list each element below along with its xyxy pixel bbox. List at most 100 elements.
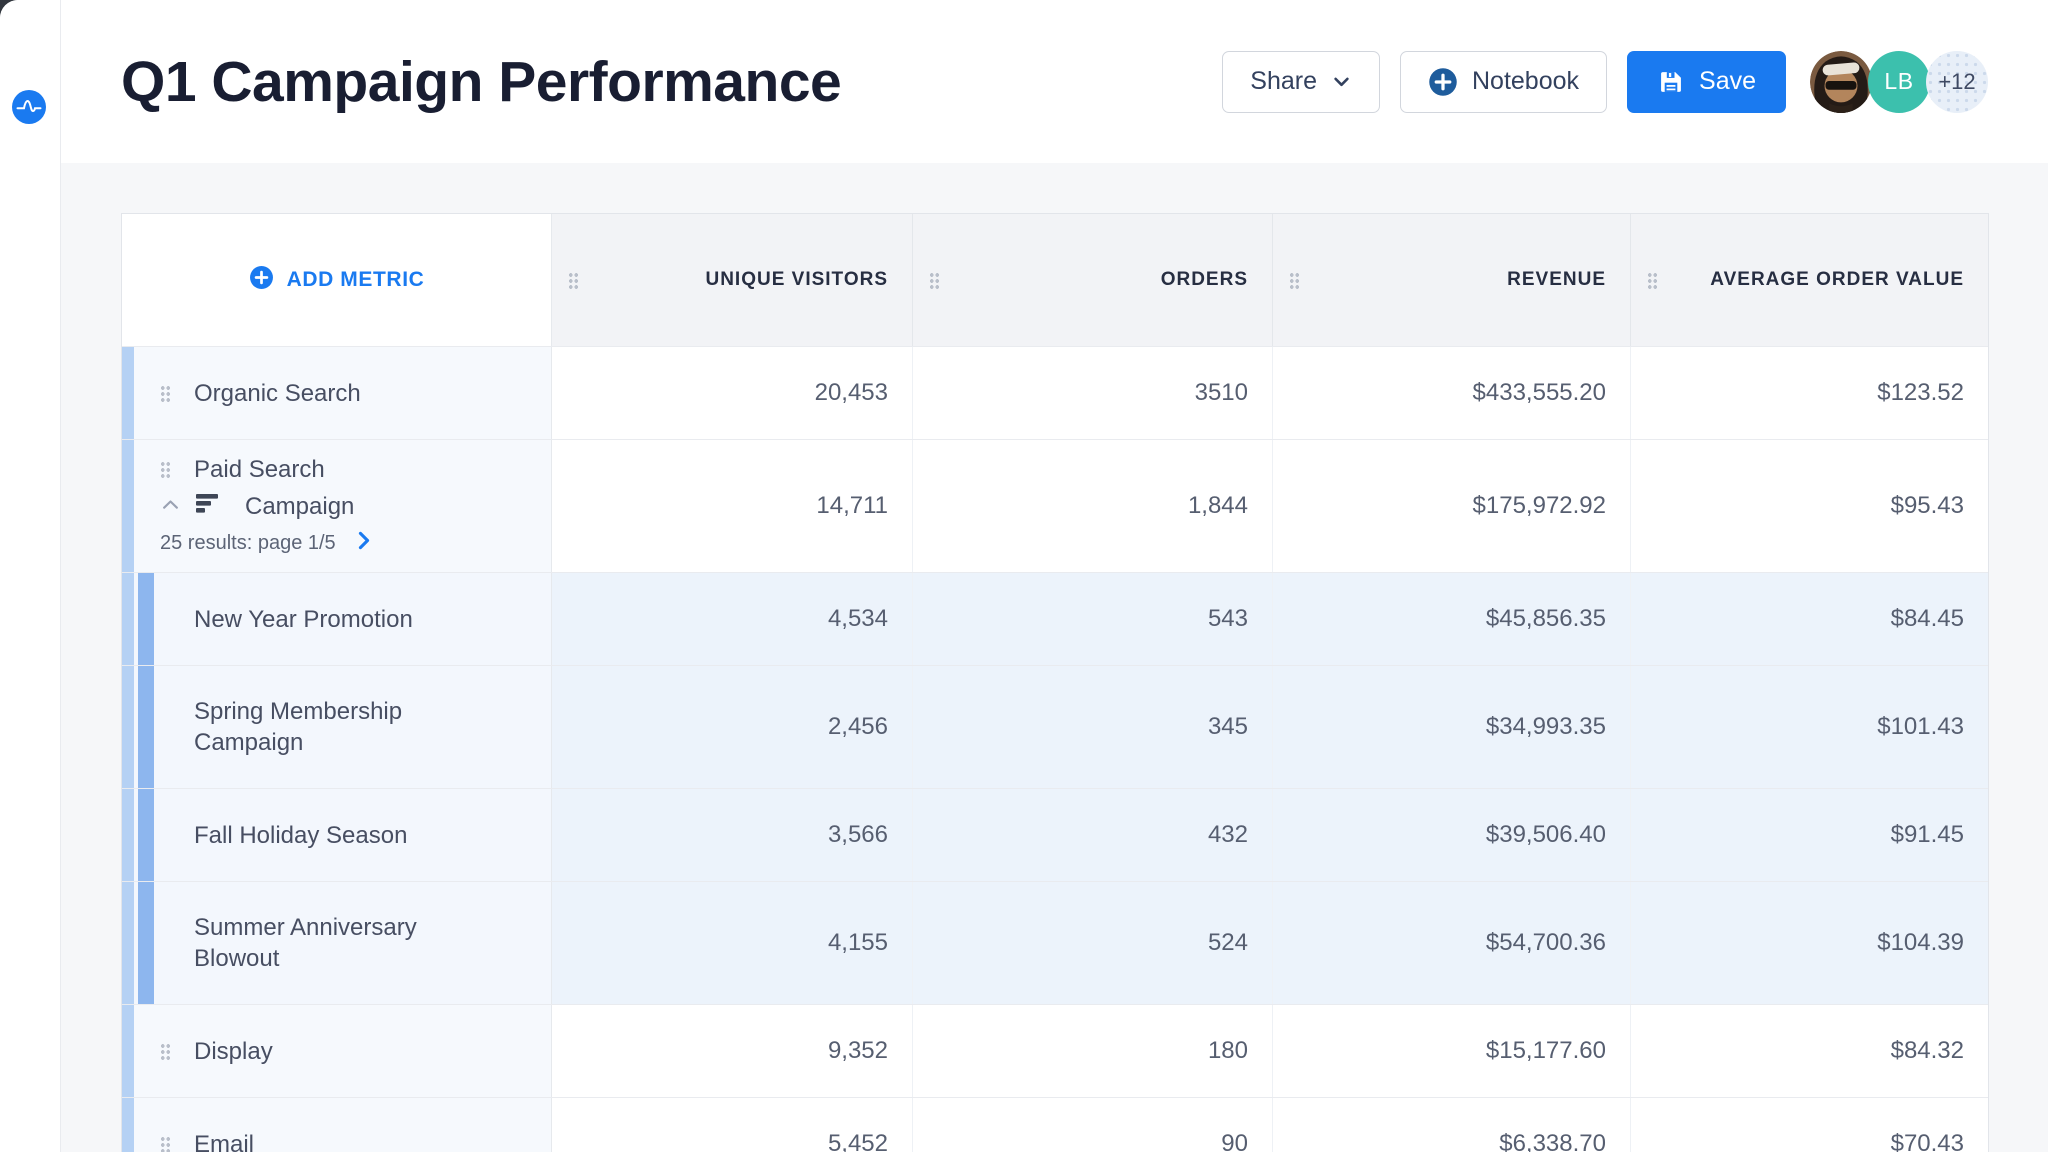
drag-handle-icon[interactable] [160, 461, 171, 478]
table-row-paid-search-campaign: Paid Search [122, 439, 1988, 572]
plus-circle-icon [1428, 67, 1458, 97]
left-nav-rail [0, 0, 61, 1152]
cell-value: 1,844 [912, 440, 1272, 572]
avatar-overflow-badge[interactable]: +12 [1926, 51, 1988, 113]
row-label: Spring Membership Campaign [194, 696, 466, 758]
cell-value: 90 [912, 1098, 1272, 1152]
indent-bar-inner [138, 666, 154, 788]
row-label: Display [194, 1036, 273, 1067]
cell-value: $39,506.40 [1272, 789, 1630, 881]
action-buttons: Share Notebook [1222, 51, 1988, 113]
drag-handle-icon[interactable] [1647, 272, 1658, 289]
cell-value: 345 [912, 666, 1272, 788]
cell-value: 432 [912, 789, 1272, 881]
cell-value: 5,452 [552, 1098, 912, 1152]
cell-value: 9,352 [552, 1005, 912, 1097]
indent-bar [122, 1098, 134, 1152]
add-metric-cell: ADD METRIC [122, 214, 552, 346]
notebook-button[interactable]: Notebook [1400, 51, 1607, 113]
table-row-new-year-promotion: New Year Promotion 4,534 543 $45,856.35 … [122, 572, 1988, 665]
column-header-average-order-value[interactable]: AVERAGE ORDER VALUE [1630, 214, 1988, 346]
page-title: Q1 Campaign Performance [121, 49, 1222, 115]
column-header-label: REVENUE [1300, 269, 1606, 291]
pagination-info: 25 results: page 1/5 [160, 532, 336, 555]
table-row-display: Display 9,352 180 $15,177.60 $84.32 [122, 1004, 1988, 1097]
column-header-orders[interactable]: ORDERS [912, 214, 1272, 346]
cell-value: $34,993.35 [1272, 666, 1630, 788]
cell-value: $70.43 [1630, 1098, 1988, 1152]
drag-handle-icon[interactable] [929, 272, 940, 289]
floppy-disk-icon [1657, 68, 1685, 96]
cell-value: $101.43 [1630, 666, 1988, 788]
cell-value: 180 [912, 1005, 1272, 1097]
drag-handle-icon[interactable] [160, 385, 171, 402]
row-label-cell[interactable]: Organic Search [122, 347, 552, 439]
bar-chart-icon [196, 493, 222, 519]
row-label: New Year Promotion [194, 604, 413, 635]
next-page-icon[interactable] [358, 531, 370, 555]
add-metric-button[interactable]: ADD METRIC [249, 265, 425, 296]
drag-handle-icon[interactable] [160, 1136, 171, 1152]
cell-value: 4,155 [552, 882, 912, 1004]
top-bar: Q1 Campaign Performance Share N [61, 0, 2048, 163]
save-button[interactable]: Save [1627, 51, 1786, 113]
share-button-label: Share [1250, 67, 1317, 96]
row-label-cell[interactable]: Fall Holiday Season [122, 789, 552, 881]
row-sublabel: Campaign [245, 491, 354, 522]
row-label: Paid Search [194, 454, 325, 485]
cell-value: $84.32 [1630, 1005, 1988, 1097]
share-button[interactable]: Share [1222, 51, 1380, 113]
column-header-label: ORDERS [940, 269, 1248, 291]
table-row-email: Email 5,452 90 $6,338.70 $70.43 [122, 1097, 1988, 1152]
plus-circle-icon [249, 265, 274, 296]
table-row-organic-search: Organic Search 20,453 3510 $433,555.20 $… [122, 346, 1988, 439]
row-label-cell[interactable]: Display [122, 1005, 552, 1097]
cell-value: 3,566 [552, 789, 912, 881]
cell-value: $6,338.70 [1272, 1098, 1630, 1152]
row-label-cell[interactable]: Summer Anniversary Blowout [122, 882, 552, 1004]
row-label: Email [194, 1129, 254, 1152]
row-label-cell[interactable]: Email [122, 1098, 552, 1152]
cell-value: $433,555.20 [1272, 347, 1630, 439]
cell-value: $15,177.60 [1272, 1005, 1630, 1097]
table-row-summer-anniversary-blowout: Summer Anniversary Blowout 4,155 524 $54… [122, 881, 1988, 1004]
content-area: ADD METRIC UNIQUE VISITORS ORDERS REVENU… [61, 163, 2048, 1152]
app-window: Q1 Campaign Performance Share N [0, 0, 2048, 1152]
indent-bar-inner [138, 882, 154, 1004]
indent-bar [122, 573, 134, 665]
column-header-label: AVERAGE ORDER VALUE [1658, 269, 1964, 291]
cell-value: $84.45 [1630, 573, 1988, 665]
cell-value: $175,972.92 [1272, 440, 1630, 572]
cell-value: 3510 [912, 347, 1272, 439]
indent-bar [122, 347, 134, 439]
cell-value: 4,534 [552, 573, 912, 665]
avatar-initials[interactable]: LB [1868, 51, 1930, 113]
drag-handle-icon[interactable] [568, 272, 579, 289]
indent-bar [122, 666, 134, 788]
drag-handle-icon[interactable] [1289, 272, 1300, 289]
collapse-caret-icon[interactable] [162, 497, 179, 515]
cell-value: $95.43 [1630, 440, 1988, 572]
drag-handle-icon[interactable] [160, 1043, 171, 1060]
cell-value: 2,456 [552, 666, 912, 788]
notebook-button-label: Notebook [1472, 67, 1579, 96]
row-label-cell[interactable]: Paid Search [122, 440, 552, 572]
cell-value: $123.52 [1630, 347, 1988, 439]
column-header-revenue[interactable]: REVENUE [1272, 214, 1630, 346]
chevron-down-icon [1331, 71, 1352, 92]
row-label-cell[interactable]: New Year Promotion [122, 573, 552, 665]
table-row-fall-holiday-season: Fall Holiday Season 3,566 432 $39,506.40… [122, 788, 1988, 881]
add-metric-label: ADD METRIC [287, 268, 425, 292]
cell-value: $104.39 [1630, 882, 1988, 1004]
cell-value: 524 [912, 882, 1272, 1004]
column-header-unique-visitors[interactable]: UNIQUE VISITORS [552, 214, 912, 346]
indent-bar [122, 882, 134, 1004]
amplitude-logo-icon[interactable] [12, 90, 46, 124]
row-label: Fall Holiday Season [194, 820, 407, 851]
indent-bar [122, 789, 134, 881]
metrics-table: ADD METRIC UNIQUE VISITORS ORDERS REVENU… [121, 213, 1989, 1152]
save-button-label: Save [1699, 67, 1756, 96]
indent-bar-inner [138, 789, 154, 881]
row-label-cell[interactable]: Spring Membership Campaign [122, 666, 552, 788]
avatar-photo[interactable] [1810, 51, 1872, 113]
